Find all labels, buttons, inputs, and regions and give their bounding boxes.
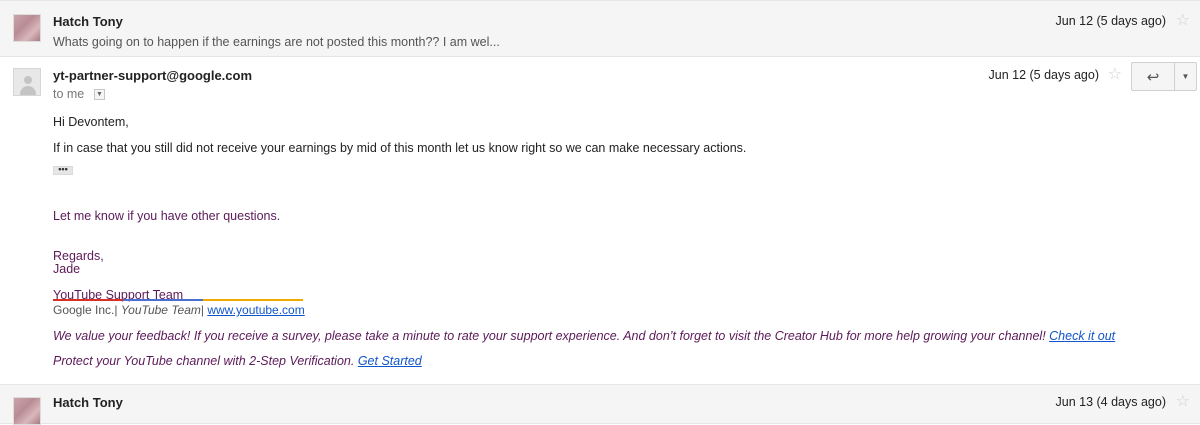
more-actions-button[interactable]: ▼ bbox=[1175, 62, 1197, 91]
check-it-out-link[interactable]: Check it out bbox=[1049, 329, 1115, 343]
message-date: Jun 12 (5 days ago) bbox=[1055, 14, 1167, 28]
sender-name: Hatch Tony bbox=[53, 14, 123, 29]
get-started-link[interactable]: Get Started bbox=[358, 354, 422, 368]
sender-name: Hatch Tony bbox=[53, 395, 123, 410]
show-trimmed-content-button[interactable]: ••• bbox=[53, 165, 73, 175]
website-link[interactable]: www.youtube.com bbox=[207, 303, 304, 317]
company-team: YouTube Team bbox=[120, 303, 201, 317]
star-icon[interactable]: ☆ bbox=[1108, 67, 1122, 83]
reply-button-group: ↩ ▼ bbox=[1131, 62, 1197, 91]
feedback-text: We value your feedback! If you receive a… bbox=[53, 329, 1046, 343]
greeting: Hi Devontem, bbox=[53, 115, 129, 129]
feedback-line: We value your feedback! If you receive a… bbox=[53, 329, 1115, 343]
signature-company-line: Google Inc.| YouTube Team| www.youtube.c… bbox=[53, 303, 305, 317]
message-date: Jun 12 (5 days ago) bbox=[988, 68, 1100, 82]
star-icon[interactable]: ☆ bbox=[1176, 394, 1190, 410]
reply-button[interactable]: ↩ bbox=[1131, 62, 1175, 91]
collapsed-message-top[interactable]: Hatch Tony Whats going on to happen if t… bbox=[0, 0, 1200, 57]
signature-color-bar bbox=[53, 299, 303, 301]
message-snippet: Whats going on to happen if the earnings… bbox=[53, 35, 500, 49]
sender-avatar bbox=[13, 397, 41, 425]
star-icon[interactable]: ☆ bbox=[1176, 13, 1190, 29]
protect-text: Protect your YouTube channel with 2-Step… bbox=[53, 354, 355, 368]
regards-line: Regards, bbox=[53, 249, 104, 263]
collapsed-message-bottom[interactable]: Hatch Tony Jun 13 (4 days ago) ☆ bbox=[0, 384, 1200, 425]
recipient-label: to me bbox=[53, 87, 85, 101]
body-paragraph: If in case that you still did not receiv… bbox=[53, 141, 747, 155]
chevron-down-icon: ▼ bbox=[1181, 72, 1190, 81]
signature-name: Jade bbox=[53, 262, 81, 276]
message-date: Jun 13 (4 days ago) bbox=[1055, 395, 1167, 409]
default-avatar-icon bbox=[13, 68, 41, 96]
company-name: Google Inc. bbox=[53, 303, 115, 317]
questions-line: Let me know if you have other questions. bbox=[53, 209, 281, 223]
sender-avatar bbox=[13, 14, 41, 42]
recipient-details-dropdown-icon[interactable]: ▼ bbox=[94, 89, 105, 100]
protect-line: Protect your YouTube channel with 2-Step… bbox=[53, 354, 422, 368]
sender-email: yt-partner-support@google.com bbox=[53, 68, 253, 83]
reply-icon: ↩ bbox=[1146, 68, 1160, 86]
